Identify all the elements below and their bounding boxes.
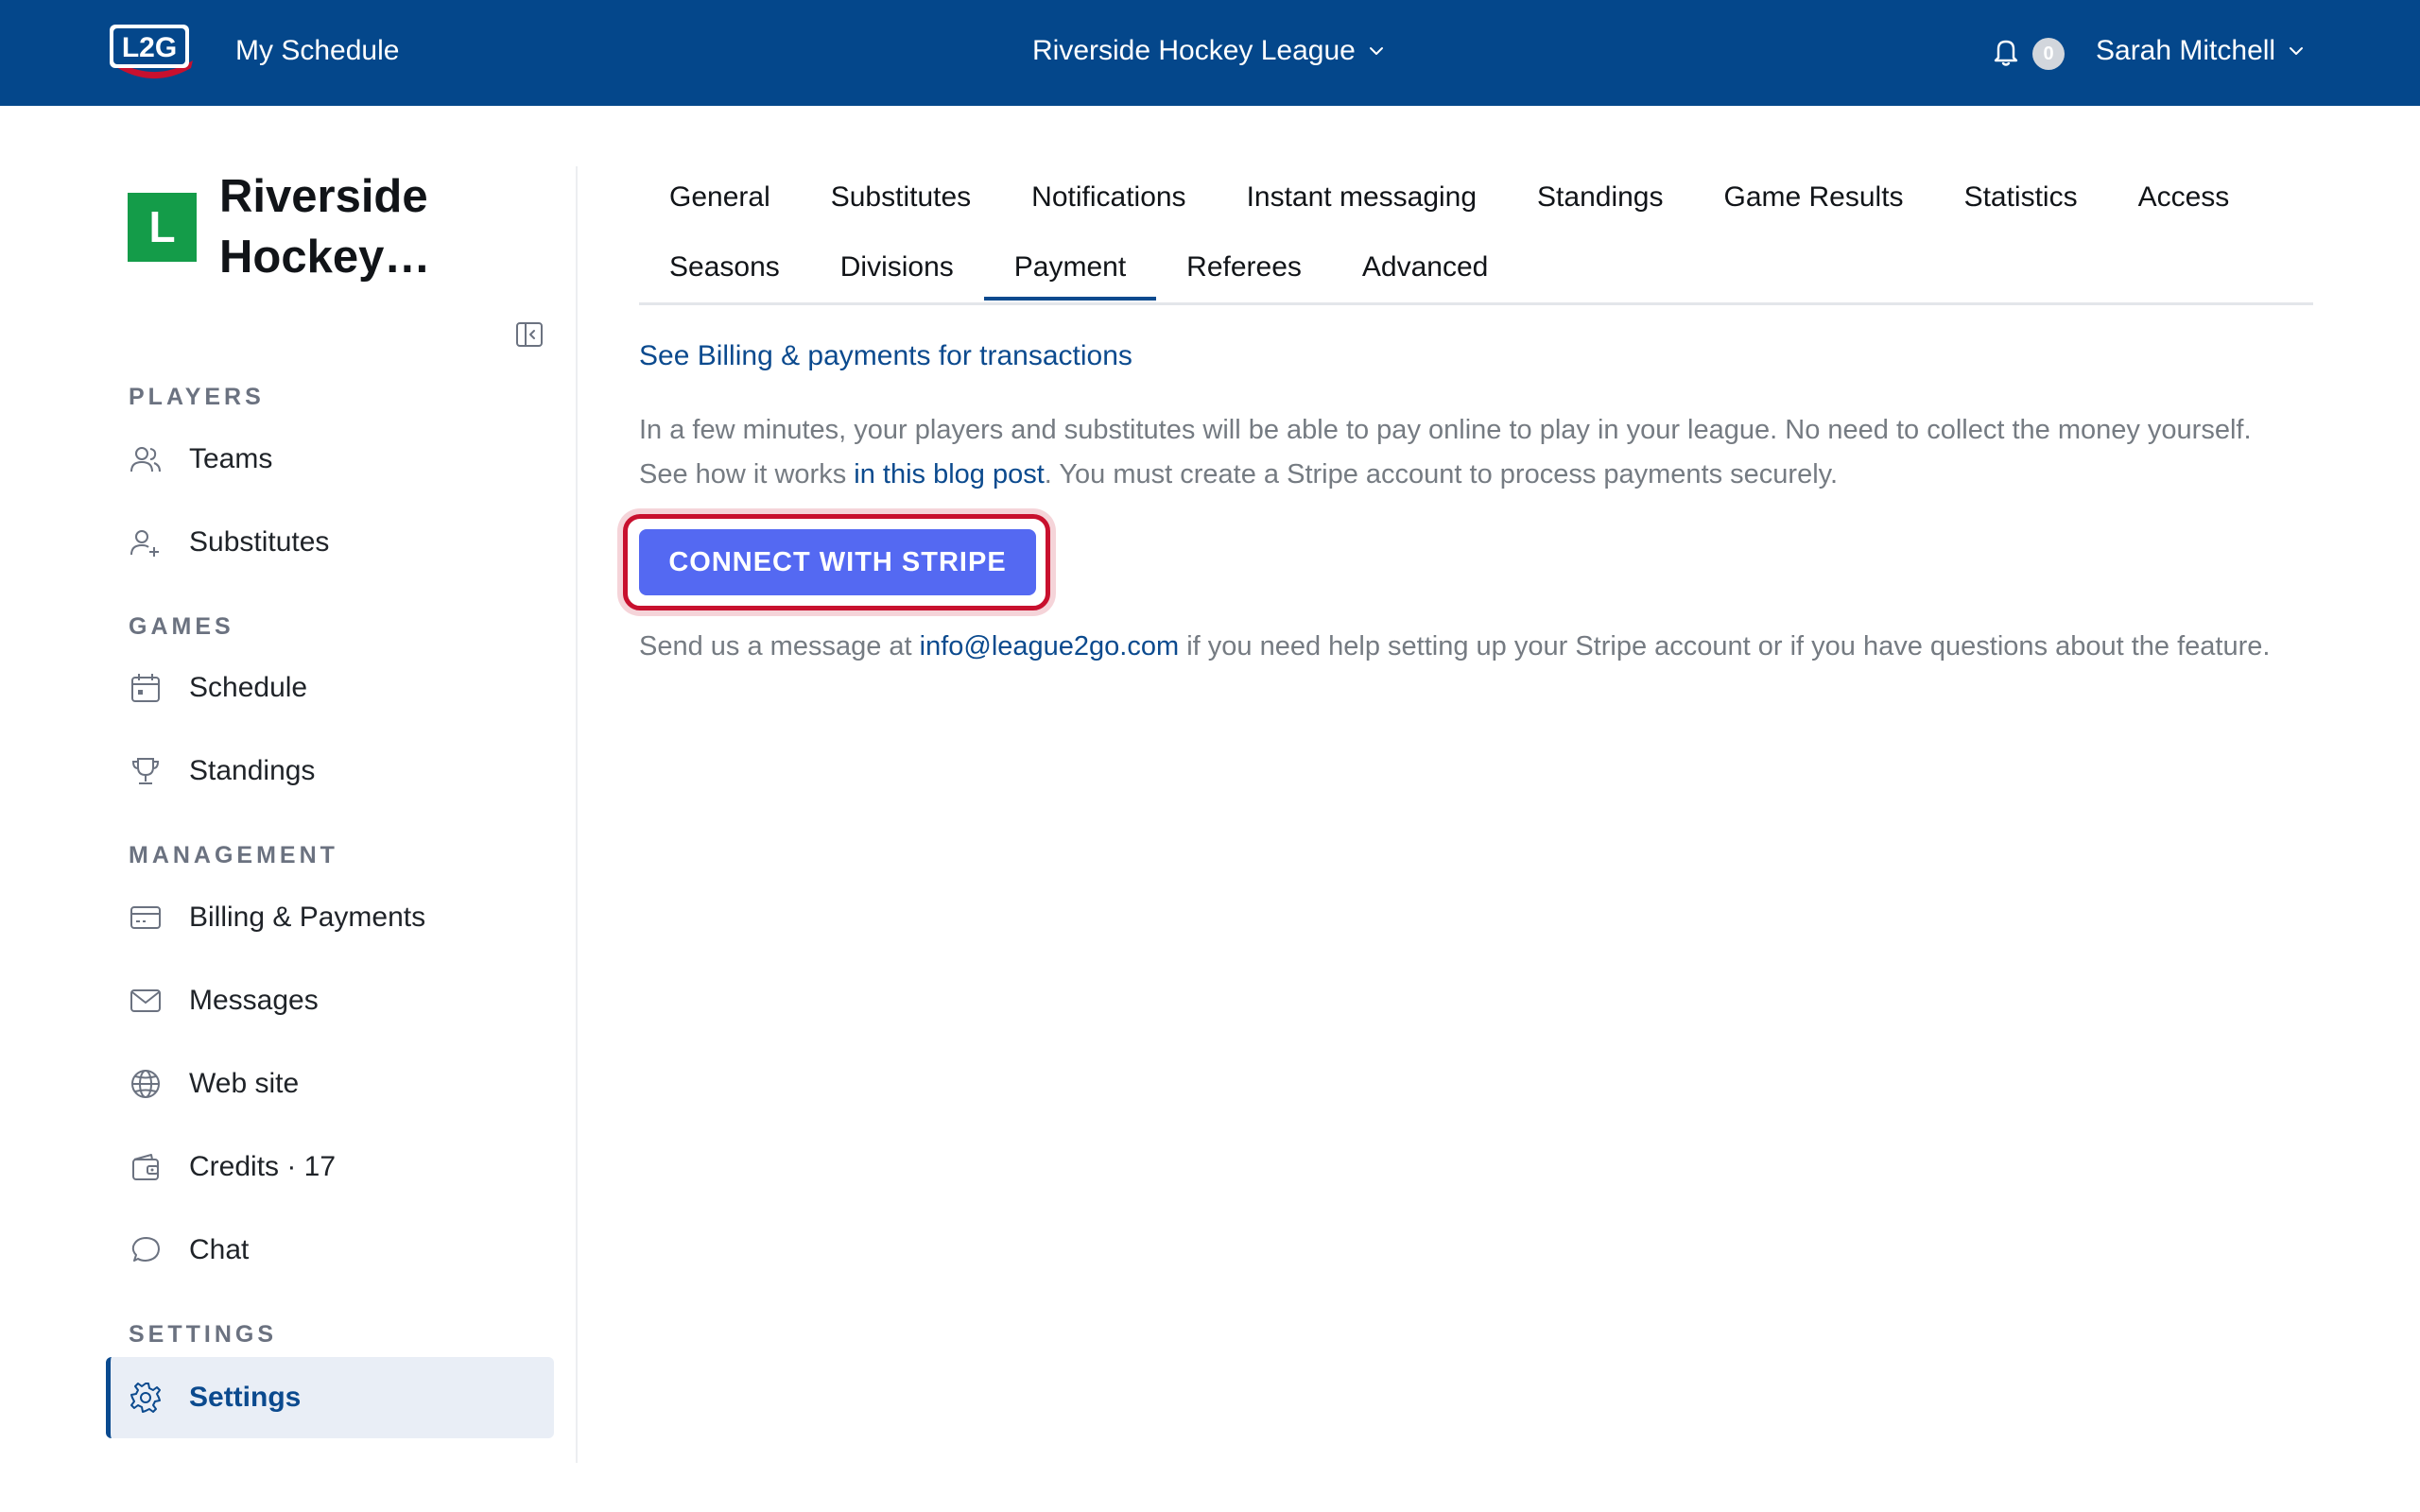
user-menu[interactable]: Sarah Mitchell bbox=[2096, 32, 2306, 70]
chevron-down-icon bbox=[1369, 47, 1383, 55]
settings-tabs-row-2: Seasons Divisions Payment Referees Advan… bbox=[639, 234, 1518, 301]
settings-tabs-row-1: General Substitutes Notifications Instan… bbox=[639, 164, 2259, 231]
sidebar-item-schedule[interactable]: Schedule bbox=[106, 647, 554, 729]
notifications-bell-icon[interactable] bbox=[1987, 32, 2025, 70]
top-navigation-bar: L2G My Schedule Riverside Hockey League … bbox=[0, 0, 2420, 106]
sidebar-item-label: Billing & Payments bbox=[189, 902, 426, 933]
payment-intro-text: In a few minutes, your players and subst… bbox=[639, 408, 2284, 497]
svg-text:L2G: L2G bbox=[122, 32, 177, 63]
tab-advanced[interactable]: Advanced bbox=[1332, 234, 1518, 301]
chevron-down-icon bbox=[2290, 47, 2304, 55]
globe-icon bbox=[131, 1070, 160, 1098]
league-avatar: L bbox=[128, 193, 197, 262]
calendar-icon bbox=[131, 674, 160, 702]
sidebar-item-chat[interactable]: Chat bbox=[106, 1210, 554, 1291]
chat-bubble-icon bbox=[131, 1237, 160, 1262]
credit-card-icon bbox=[130, 906, 161, 929]
section-title-players: PLAYERS bbox=[129, 384, 265, 410]
sidebar-item-standings[interactable]: Standings bbox=[106, 730, 554, 812]
league2go-logo[interactable]: L2G bbox=[104, 19, 199, 83]
tab-substitutes[interactable]: Substitutes bbox=[801, 164, 1001, 231]
sidebar-item-settings[interactable]: Settings bbox=[106, 1357, 554, 1438]
sidebar-item-label: Standings bbox=[189, 755, 316, 786]
tab-game-results[interactable]: Game Results bbox=[1693, 164, 1933, 231]
my-schedule-link[interactable]: My Schedule bbox=[235, 32, 399, 70]
tab-statistics[interactable]: Statistics bbox=[1934, 164, 2108, 231]
wallet-icon bbox=[132, 1154, 159, 1180]
payment-intro-end: . You must create a Stripe account to pr… bbox=[1044, 459, 1839, 490]
sidebar-item-label: Web site bbox=[189, 1068, 300, 1099]
league-selector[interactable]: Riverside Hockey League bbox=[1032, 32, 1386, 70]
sidebar-item-label: Settings bbox=[189, 1382, 302, 1413]
league-name: Riverside Hockey… bbox=[219, 171, 431, 283]
tab-divisions[interactable]: Divisions bbox=[810, 234, 984, 301]
sidebar-item-label: Messages bbox=[189, 985, 319, 1016]
sidebar-item-label: Chat bbox=[189, 1234, 250, 1265]
blog-post-link[interactable]: in this blog post bbox=[854, 459, 1045, 490]
section-title-settings: SETTINGS bbox=[129, 1321, 278, 1348]
sidebar-item-substitutes[interactable]: Substitutes bbox=[106, 502, 554, 583]
tab-access[interactable]: Access bbox=[2108, 164, 2260, 231]
users-icon bbox=[130, 447, 161, 472]
tab-payment[interactable]: Payment bbox=[983, 234, 1157, 301]
billing-transactions-link[interactable]: See Billing & payments for transactions bbox=[639, 337, 1132, 375]
gear-icon bbox=[130, 1383, 161, 1413]
payment-help-start: Send us a message at bbox=[639, 631, 920, 662]
tab-standings[interactable]: Standings bbox=[1507, 164, 1693, 231]
mail-icon bbox=[130, 989, 161, 1012]
sidebar-item-billing-payments[interactable]: Billing & Payments bbox=[106, 877, 554, 958]
tab-referees[interactable]: Referees bbox=[1156, 234, 1332, 301]
sidebar-item-label: Substitutes bbox=[189, 526, 330, 558]
user-plus-icon bbox=[130, 530, 159, 557]
collapse-sidebar-icon[interactable] bbox=[514, 319, 544, 350]
sidebar-item-website[interactable]: Web site bbox=[106, 1043, 554, 1125]
league-selector-label: Riverside Hockey League bbox=[1032, 35, 1356, 66]
payment-help-text: Send us a message at info@league2go.com … bbox=[639, 625, 2284, 669]
tab-seasons[interactable]: Seasons bbox=[639, 234, 810, 301]
sidebar-item-teams[interactable]: Teams bbox=[106, 419, 554, 500]
sidebar-divider bbox=[576, 166, 578, 1463]
tab-notifications[interactable]: Notifications bbox=[1001, 164, 1216, 231]
sidebar-item-label: Teams bbox=[189, 443, 273, 474]
connect-with-stripe-button[interactable]: CONNECT WITH STRIPE bbox=[639, 529, 1036, 595]
trophy-icon bbox=[131, 758, 160, 784]
sidebar-item-messages[interactable]: Messages bbox=[106, 960, 554, 1041]
user-name: Sarah Mitchell bbox=[2096, 35, 2276, 66]
sidebar-item-label: Credits · 17 bbox=[189, 1151, 337, 1182]
sidebar-item-credits[interactable]: Credits · 17 bbox=[106, 1126, 554, 1208]
section-title-games: GAMES bbox=[129, 613, 234, 640]
tab-general[interactable]: General bbox=[639, 164, 801, 231]
notification-count-badge: 0 bbox=[2032, 38, 2065, 70]
tab-instant-messaging[interactable]: Instant messaging bbox=[1217, 164, 1507, 231]
support-email-link[interactable]: info@league2go.com bbox=[920, 631, 1180, 662]
section-title-management: MANAGEMENT bbox=[129, 842, 338, 868]
tabs-divider bbox=[639, 302, 2313, 305]
payment-help-end: if you need help setting up your Stripe … bbox=[1179, 631, 2271, 662]
sidebar-item-label: Schedule bbox=[189, 672, 308, 703]
